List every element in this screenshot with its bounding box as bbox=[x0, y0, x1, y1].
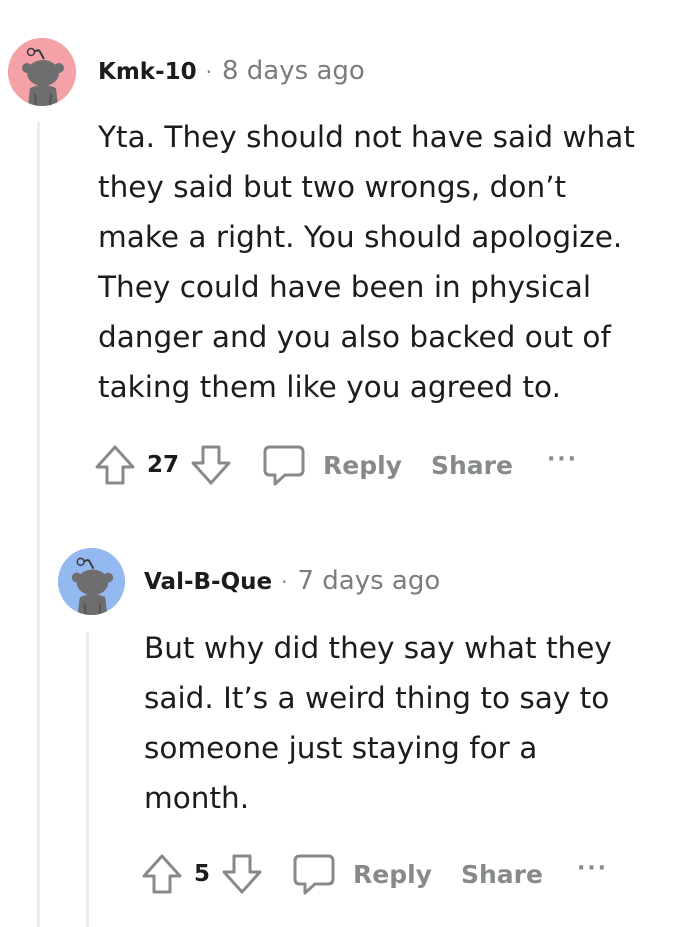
reply-button[interactable]: Reply bbox=[261, 443, 402, 487]
more-options-button[interactable]: ··· bbox=[547, 447, 578, 472]
comment-line: they said but two wrongs, don’t bbox=[98, 170, 567, 204]
comment-line: month. bbox=[144, 781, 250, 815]
comment-line: said. It’s a weird thing to say to bbox=[144, 681, 610, 715]
timestamp[interactable]: 8 days ago bbox=[222, 56, 365, 86]
upvote-arrow-icon bbox=[142, 854, 182, 894]
comment-line: make a right. You should apologize. bbox=[98, 220, 623, 254]
comment-line: But why did they say what they bbox=[144, 631, 612, 665]
downvote-arrow-icon bbox=[191, 445, 231, 485]
share-button[interactable]: Share bbox=[431, 451, 513, 480]
upvote-arrow-icon bbox=[95, 445, 135, 485]
comment-line: Yta. They should not have said what bbox=[98, 120, 635, 154]
upvote-button[interactable] bbox=[93, 443, 137, 487]
vote-count: 27 bbox=[147, 452, 180, 478]
comment-body: But why did they say what they said. It’… bbox=[144, 623, 612, 823]
downvote-button[interactable] bbox=[189, 443, 233, 487]
avatar[interactable] bbox=[58, 548, 125, 615]
share-button[interactable]: Share bbox=[461, 860, 543, 889]
comment-meta: Val-B-Que · 7 days ago bbox=[144, 566, 440, 596]
downvote-arrow-icon bbox=[222, 854, 262, 894]
username[interactable]: Val-B-Que bbox=[144, 569, 272, 595]
snoo-avatar-icon bbox=[58, 548, 125, 615]
comment-actions: 27 Reply Share ··· bbox=[93, 443, 578, 487]
more-options-button[interactable]: ··· bbox=[577, 856, 608, 881]
avatar[interactable] bbox=[8, 38, 76, 106]
reply-button[interactable]: Reply bbox=[291, 852, 432, 896]
reply-label: Reply bbox=[353, 859, 432, 889]
meta-separator: · bbox=[281, 570, 288, 594]
comment-bubble-icon bbox=[293, 854, 335, 895]
comment-actions: 5 Reply Share ··· bbox=[140, 852, 608, 896]
snoo-avatar-icon bbox=[8, 38, 76, 106]
thread-line-reply[interactable] bbox=[86, 632, 89, 927]
upvote-button[interactable] bbox=[140, 852, 184, 896]
comment-line: someone just staying for a bbox=[144, 731, 538, 765]
comment-bubble-icon bbox=[263, 445, 305, 486]
timestamp[interactable]: 7 days ago bbox=[297, 566, 440, 596]
username[interactable]: Kmk-10 bbox=[98, 59, 197, 85]
comment-line: They could have been in physical bbox=[98, 270, 592, 304]
comment-meta: Kmk-10 · 8 days ago bbox=[98, 56, 365, 86]
downvote-button[interactable] bbox=[220, 852, 264, 896]
meta-separator: · bbox=[205, 60, 212, 84]
reply-label: Reply bbox=[323, 450, 402, 480]
comment-line: danger and you also backed out of bbox=[98, 320, 611, 354]
vote-count: 5 bbox=[194, 861, 211, 887]
comment-line: taking them like you agreed to. bbox=[98, 370, 561, 404]
thread-line-main[interactable] bbox=[37, 122, 40, 927]
comment-body: Yta. They should not have said what they… bbox=[98, 112, 635, 412]
